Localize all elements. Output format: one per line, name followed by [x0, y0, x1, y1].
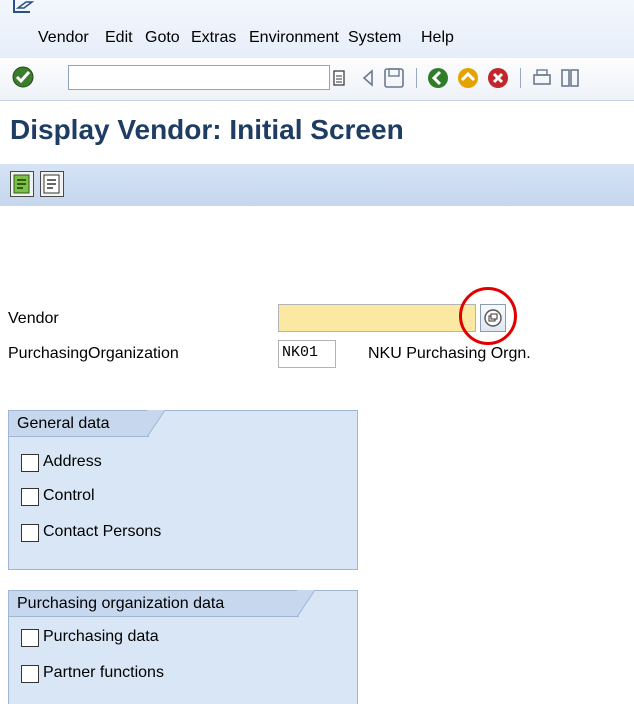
partner-functions-checkbox[interactable]	[21, 665, 39, 683]
display-document-button[interactable]	[40, 171, 64, 197]
find-icon[interactable]	[558, 66, 582, 90]
toolbar-separator	[520, 68, 521, 88]
menu-system[interactable]: System	[348, 29, 401, 47]
purchasing-org-data-title: Purchasing organization data	[17, 595, 225, 612]
page-title: Display Vendor: Initial Screen	[10, 114, 404, 145]
menu-environment[interactable]: Environment	[249, 29, 339, 47]
menu-extras[interactable]: Extras	[191, 29, 236, 47]
control-label: Control	[43, 487, 95, 504]
enter-check-icon[interactable]	[12, 66, 34, 88]
general-data-tab: General data	[9, 410, 166, 437]
purchasing-org-data-tab: Purchasing organization data	[9, 590, 316, 617]
back-arrow-icon[interactable]	[356, 66, 380, 90]
exit-icon[interactable]	[456, 66, 480, 90]
purchasing-org-data-group: Purchasing organization data Purchasing …	[8, 590, 358, 704]
menu-bar: Vendor Edit Goto Extras Environment Syst…	[0, 0, 634, 58]
general-data-title: General data	[17, 415, 110, 432]
system-menu-icon[interactable]	[12, 0, 34, 14]
contact-persons-label: Contact Persons	[43, 523, 162, 540]
purchasing-data-checkbox[interactable]	[21, 629, 39, 647]
vendor-input[interactable]	[278, 304, 476, 332]
command-field[interactable]	[68, 65, 330, 90]
purchasing-org-input[interactable]: NK01	[278, 340, 336, 368]
command-history-icon[interactable]	[332, 69, 346, 87]
address-checkbox[interactable]	[21, 454, 39, 472]
other-vendor-button[interactable]	[10, 171, 34, 197]
purchasing-org-description: NKU Purchasing Orgn.	[368, 345, 531, 362]
menu-vendor[interactable]: Vendor	[38, 29, 89, 47]
document-white-icon	[43, 174, 60, 194]
general-data-group: General data Address Control Contact Per…	[8, 410, 358, 570]
tab-corner	[147, 410, 166, 437]
toolbar-separator	[416, 68, 417, 88]
menu: Vendor Edit Goto Extras Environment Syst…	[0, 29, 634, 51]
purchasing-org-label: PurchasingOrganization	[8, 345, 179, 362]
control-checkbox[interactable]	[21, 488, 39, 506]
standard-toolbar	[0, 58, 634, 101]
highlight-circle	[459, 287, 517, 345]
application-toolbar	[0, 164, 634, 206]
vendor-label: Vendor	[8, 310, 59, 327]
document-green-icon	[13, 174, 30, 194]
tab-corner	[297, 590, 316, 617]
print-icon[interactable]	[530, 66, 554, 90]
save-icon[interactable]	[382, 66, 406, 90]
contact-persons-checkbox[interactable]	[21, 524, 39, 542]
menu-goto[interactable]: Goto	[145, 29, 180, 47]
address-label: Address	[43, 453, 102, 470]
partner-functions-label: Partner functions	[43, 664, 164, 681]
menu-help[interactable]: Help	[421, 29, 454, 47]
back-icon[interactable]	[426, 66, 450, 90]
purchasing-data-label: Purchasing data	[43, 628, 159, 645]
menu-edit[interactable]: Edit	[105, 29, 133, 47]
cancel-icon[interactable]	[486, 66, 510, 90]
